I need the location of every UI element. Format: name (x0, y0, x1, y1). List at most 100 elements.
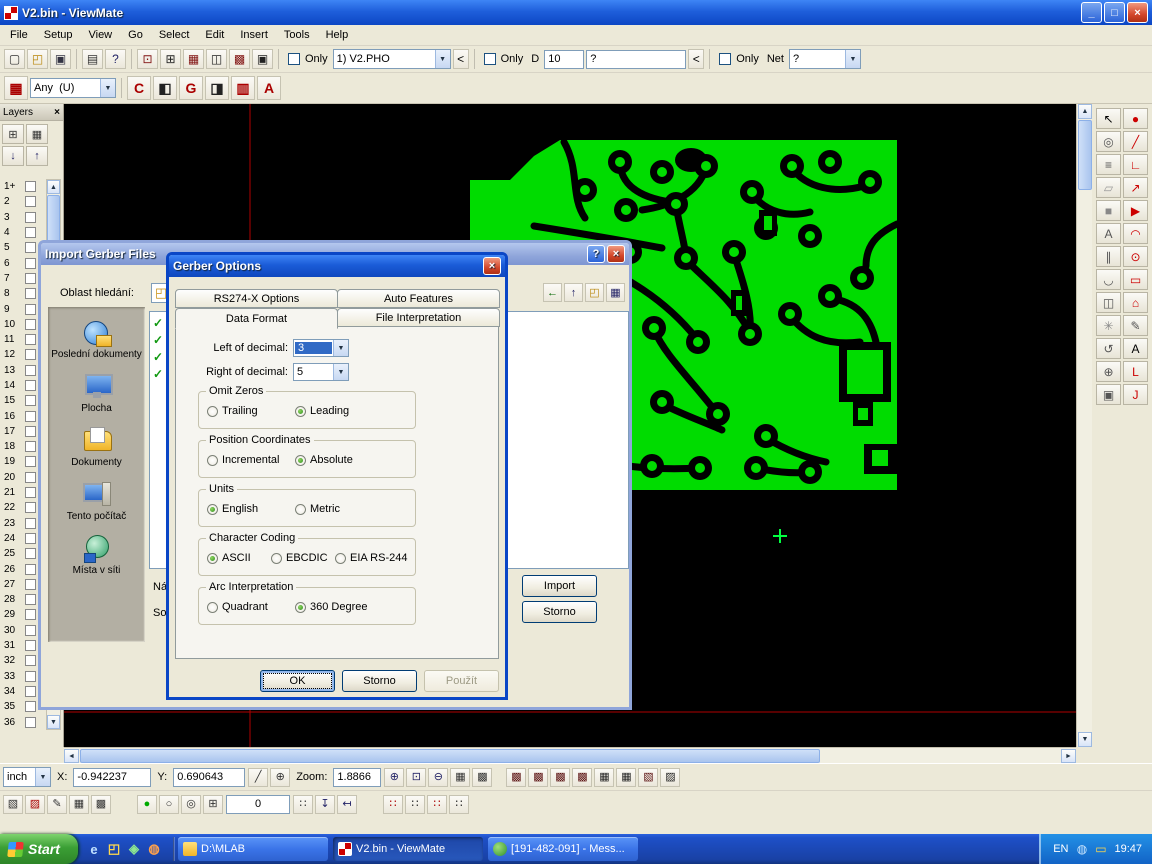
scroll-right-icon[interactable]: ► (1061, 749, 1076, 763)
outline-rect-tool-icon[interactable]: ▭ (1123, 269, 1148, 290)
segment-tool-icon[interactable]: ▶ (1123, 200, 1148, 221)
film-1-icon[interactable]: ▩ (506, 768, 526, 787)
layer-color-swatch[interactable] (25, 319, 36, 330)
place-m-sta-v-s-ti[interactable]: Místa v síti (48, 533, 145, 576)
only-net-checkbox[interactable] (719, 53, 731, 65)
clock[interactable]: 19:47 (1114, 843, 1142, 855)
prev-dcode-button[interactable]: < (688, 49, 704, 69)
layer-color-swatch[interactable] (25, 533, 36, 544)
radio-absolute[interactable]: Absolute (295, 454, 383, 466)
layer-color-swatch[interactable] (25, 640, 36, 651)
place-posledn-dokumenty[interactable]: Poslední dokumenty (48, 317, 145, 360)
apply-button[interactable]: Použít (424, 670, 499, 692)
ok-button[interactable]: OK (260, 670, 335, 692)
radio-eia-rs-244[interactable]: EIA RS-244 (335, 552, 407, 564)
canvas-vscrollbar[interactable]: ▲ ▼ (1076, 104, 1092, 747)
layer-color-swatch[interactable] (25, 181, 36, 192)
close-icon[interactable]: × (483, 257, 501, 275)
place-tento-po-ta[interactable]: Tento počítač (48, 479, 145, 522)
layer-color-swatch[interactable] (25, 456, 36, 467)
aperture-wheel-icon[interactable]: ▥ (231, 76, 255, 100)
right-decimal-combo[interactable]: 5 ▼ (293, 363, 349, 381)
scroll-up-icon[interactable]: ▲ (1078, 104, 1092, 119)
maximize-button[interactable]: □ (1104, 2, 1125, 23)
scroll-left-icon[interactable]: ◄ (64, 749, 79, 763)
menu-item-tools[interactable]: Tools (276, 27, 318, 43)
text-tool-icon[interactable]: A (1123, 338, 1148, 359)
chevron-down-icon[interactable]: ▼ (35, 768, 50, 786)
anchor-left-icon[interactable]: ↤ (337, 795, 357, 814)
probe-icon[interactable]: ◎ (181, 795, 201, 814)
layer-down-icon[interactable]: ↓ (2, 146, 24, 166)
menu-item-setup[interactable]: Setup (36, 27, 81, 43)
context-help-icon[interactable]: ? (105, 49, 126, 69)
layer-color-swatch[interactable] (25, 227, 36, 238)
layer-color-swatch[interactable] (25, 564, 36, 575)
draw-corner-tool-icon[interactable]: ∟ (1123, 154, 1148, 175)
new-file-icon[interactable]: ▢ (4, 49, 25, 69)
circle-center-tool-icon[interactable]: ⊙ (1123, 246, 1148, 267)
layer-color-swatch[interactable] (25, 304, 36, 315)
left-decimal-combo[interactable]: 3 ▼ (293, 339, 349, 357)
layer-row-36[interactable]: 36 (1, 714, 45, 729)
aperture-grid-icon[interactable]: ▦ (4, 76, 28, 100)
mirror-tool-icon[interactable]: ◫ (1096, 292, 1121, 313)
radio-trailing[interactable]: Trailing (207, 405, 295, 417)
layer-color-swatch[interactable] (25, 288, 36, 299)
goto-aperture-icon[interactable]: G (179, 76, 203, 100)
move-diagonal-tool-icon[interactable]: ↗ (1123, 177, 1148, 198)
layer-color-swatch[interactable] (25, 349, 36, 360)
cell-view-icon[interactable]: ▦ (69, 795, 89, 814)
menu-item-view[interactable]: View (80, 27, 120, 43)
chevron-down-icon[interactable]: ▼ (435, 50, 450, 68)
layer-color-swatch[interactable] (25, 686, 36, 697)
minimize-button[interactable]: _ (1081, 2, 1102, 23)
keyboard-layout-icon[interactable]: ▭ (1093, 842, 1108, 857)
radio-quadrant-circle[interactable] (207, 602, 218, 613)
pointer-tool-icon[interactable]: ↖ (1096, 108, 1121, 129)
layer-color-swatch[interactable] (25, 502, 36, 513)
layer-color-swatch[interactable] (25, 487, 36, 498)
help-button[interactable]: ? (587, 245, 605, 263)
draw-arc-tool-icon[interactable]: ◠ (1123, 223, 1148, 244)
place-plocha[interactable]: Plocha (48, 371, 145, 414)
layer-row-2[interactable]: 2 (1, 194, 45, 209)
radio-metric[interactable]: Metric (295, 503, 383, 515)
radio-trailing-circle[interactable] (207, 406, 218, 417)
layer-color-swatch[interactable] (25, 701, 36, 712)
overlay-1-icon[interactable]: ▦ (594, 768, 614, 787)
radio-quadrant[interactable]: Quadrant (207, 601, 295, 613)
snap-grid-icon[interactable]: ∷ (293, 795, 313, 814)
menu-item-file[interactable]: File (2, 27, 36, 43)
menu-item-select[interactable]: Select (151, 27, 198, 43)
radio-leading[interactable]: Leading (295, 405, 383, 417)
net-combo[interactable]: ? ▼ (789, 49, 861, 69)
layer-color-swatch[interactable] (25, 441, 36, 452)
parallel-tool-icon[interactable]: ∥ (1096, 246, 1121, 267)
close-icon[interactable]: × (607, 245, 625, 263)
dcode-input[interactable]: 10 (544, 50, 584, 69)
browser-icon[interactable]: ◍ (146, 841, 162, 857)
layer-color-swatch[interactable] (25, 365, 36, 376)
scroll-thumb[interactable] (80, 749, 820, 763)
layer-color-swatch[interactable] (25, 380, 36, 391)
radio-ebcdic-circle[interactable] (271, 553, 282, 564)
layer-color-swatch[interactable] (25, 594, 36, 605)
tab-file-interpretation[interactable]: File Interpretation (337, 308, 500, 327)
overlay-2-icon[interactable]: ▦ (616, 768, 636, 787)
dot-pattern-4-icon[interactable]: ∷ (449, 795, 469, 814)
layer-color-swatch[interactable] (25, 472, 36, 483)
layer-color-swatch[interactable] (25, 518, 36, 529)
place-dokumenty[interactable]: Dokumenty (48, 425, 145, 468)
layer-color-swatch[interactable] (25, 671, 36, 682)
units-combo[interactable]: inch ▼ (3, 767, 51, 787)
scroll-thumb[interactable] (1078, 120, 1092, 190)
dcode-count-field[interactable]: 0 (226, 795, 290, 814)
scroll-up-icon[interactable]: ▲ (47, 180, 60, 194)
open-file-icon[interactable]: ◰ (27, 49, 48, 69)
edit-film-icon[interactable]: ▧ (638, 768, 658, 787)
radio-eia-rs-244-circle[interactable] (335, 553, 346, 564)
language-indicator[interactable]: EN (1053, 843, 1068, 855)
internet-explorer-icon[interactable]: e (86, 841, 102, 857)
radio-360-degree-circle[interactable] (295, 602, 306, 613)
